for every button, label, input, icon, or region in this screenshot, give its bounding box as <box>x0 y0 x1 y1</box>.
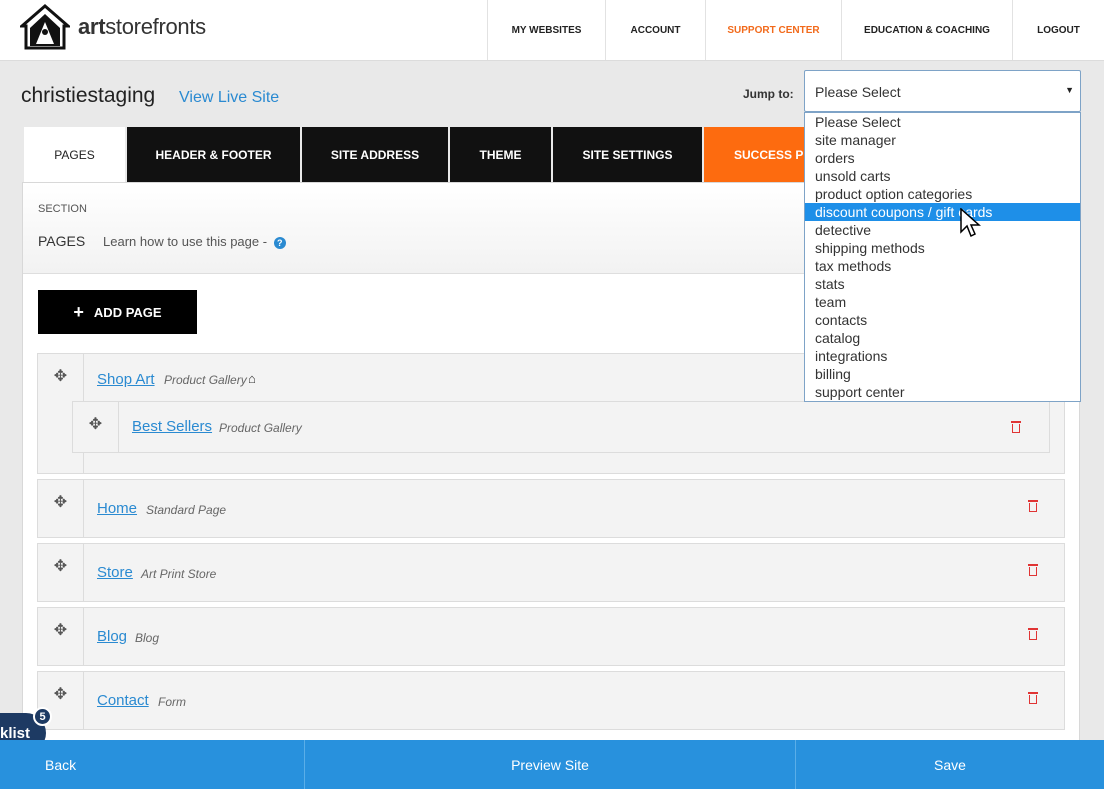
page-type: Art Print Store <box>141 567 217 581</box>
page-link[interactable]: Contact <box>97 692 149 709</box>
trash-icon[interactable] <box>1028 628 1038 640</box>
tab-header-footer[interactable]: HEADER & FOOTER <box>127 127 300 182</box>
jump-to-dropdown-list: Please Select site manager orders unsold… <box>804 112 1081 402</box>
jump-option[interactable]: product option categories <box>805 185 1080 203</box>
mouse-cursor-icon <box>960 208 981 238</box>
jump-option[interactable]: tax methods <box>805 257 1080 275</box>
page-row-best-sellers: ✥ Best Sellers Product Gallery <box>72 401 1050 453</box>
move-icon: ✥ <box>53 622 68 639</box>
page-type: Product Gallery <box>219 421 302 435</box>
checklist-count-badge: 5 <box>33 707 52 726</box>
trash-icon[interactable] <box>1028 564 1038 576</box>
page-row-store: ✥ Store Art Print Store <box>37 543 1065 602</box>
home-icon: ⌂ <box>248 371 256 386</box>
section-tabs: PAGES HEADER & FOOTER SITE ADDRESS THEME… <box>24 127 816 182</box>
bottom-action-bar: Back Preview Site Save <box>0 740 1104 789</box>
add-page-label: ADD PAGE <box>93 304 162 320</box>
drag-handle[interactable]: ✥ <box>38 608 84 665</box>
jump-to-selected-value: Please Select <box>815 84 901 100</box>
move-icon: ✥ <box>53 558 68 575</box>
jump-option[interactable]: orders <box>805 149 1080 167</box>
top-navigation: artstorefronts MY WEBSITES ACCOUNT SUPPO… <box>0 0 1104 61</box>
jump-option[interactable]: site manager <box>805 131 1080 149</box>
page-type: Form <box>158 695 186 709</box>
tab-site-settings[interactable]: SITE SETTINGS <box>553 127 702 182</box>
move-icon: ✥ <box>88 416 103 433</box>
save-button[interactable]: Save <box>796 740 1104 789</box>
jump-option[interactable]: catalog <box>805 329 1080 347</box>
section-label: SECTION <box>38 203 87 215</box>
checklist-label: klist <box>0 724 31 742</box>
site-name: christiestaging <box>21 84 156 107</box>
jump-option[interactable]: team <box>805 293 1080 311</box>
jump-option[interactable]: contacts <box>805 311 1080 329</box>
section-title: PAGES <box>38 233 86 249</box>
view-live-site-link[interactable]: View Live Site <box>179 89 279 107</box>
help-icon[interactable]: ? <box>273 237 286 249</box>
page-row-blog: ✥ Blog Blog <box>37 607 1065 666</box>
drag-handle[interactable]: ✥ <box>73 402 119 452</box>
nav-education-coaching[interactable]: EDUCATION & COACHING <box>841 0 1012 60</box>
brand-name: artstorefronts <box>78 14 206 39</box>
tab-success-plan[interactable]: SUCCESS P <box>704 127 814 182</box>
brand-logo[interactable]: artstorefronts <box>20 4 206 50</box>
tab-site-address[interactable]: SITE ADDRESS <box>302 127 448 182</box>
nav-my-websites[interactable]: MY WEBSITES <box>487 0 605 60</box>
plus-icon: + <box>73 301 84 322</box>
move-icon: ✥ <box>53 494 68 511</box>
page-type: Blog <box>135 631 160 645</box>
page-link[interactable]: Best Sellers <box>132 418 212 435</box>
drag-handle[interactable]: ✥ <box>38 544 84 601</box>
move-icon: ✥ <box>53 686 68 703</box>
jump-option[interactable]: billing <box>805 365 1080 383</box>
jump-option[interactable]: shipping methods <box>805 239 1080 257</box>
preview-site-button[interactable]: Preview Site <box>305 740 796 789</box>
move-icon: ✥ <box>53 368 68 385</box>
trash-icon[interactable] <box>1011 421 1021 433</box>
learn-how-text: Learn how to use this page - <box>103 234 268 249</box>
jump-option-highlighted[interactable]: discount coupons / gift cards <box>805 203 1080 221</box>
jump-option[interactable]: Please Select <box>805 113 1080 131</box>
page-type: Standard Page <box>146 503 227 517</box>
nav-account[interactable]: ACCOUNT <box>605 0 705 60</box>
page-link[interactable]: Blog <box>97 628 127 645</box>
page-link[interactable]: Shop Art <box>97 371 155 388</box>
add-page-button[interactable]: + ADD PAGE <box>38 290 197 334</box>
nav-support-center[interactable]: SUPPORT CENTER <box>705 0 841 60</box>
jump-option[interactable]: detective <box>805 221 1080 239</box>
tab-pages[interactable]: PAGES <box>24 127 125 182</box>
tab-theme[interactable]: THEME <box>450 127 551 182</box>
page-link[interactable]: Store <box>97 564 133 581</box>
page-row-contact: ✥ Contact Form <box>37 671 1065 730</box>
caret-down-icon: ▼ <box>1065 85 1074 95</box>
page-row-home: ✥ Home Standard Page <box>37 479 1065 538</box>
trash-icon[interactable] <box>1028 692 1038 704</box>
back-button[interactable]: Back <box>0 740 305 789</box>
jump-option[interactable]: unsold carts <box>805 167 1080 185</box>
nav-logout[interactable]: LOGOUT <box>1012 0 1104 60</box>
tent-logo-icon <box>20 4 70 50</box>
jump-option[interactable]: support center <box>805 383 1080 401</box>
trash-icon[interactable] <box>1028 500 1038 512</box>
main-nav: MY WEBSITES ACCOUNT SUPPORT CENTER EDUCA… <box>487 0 1104 60</box>
jump-option[interactable]: stats <box>805 275 1080 293</box>
jump-to-label: Jump to: <box>743 87 794 101</box>
jump-option[interactable]: integrations <box>805 347 1080 365</box>
page-link[interactable]: Home <box>97 500 137 517</box>
page-type: Product Gallery <box>164 373 247 387</box>
jump-to-select[interactable]: Please Select ▼ <box>804 70 1081 112</box>
drag-handle[interactable]: ✥ <box>38 480 84 537</box>
learn-how-link[interactable]: Learn how to use this page - ? <box>103 234 286 249</box>
